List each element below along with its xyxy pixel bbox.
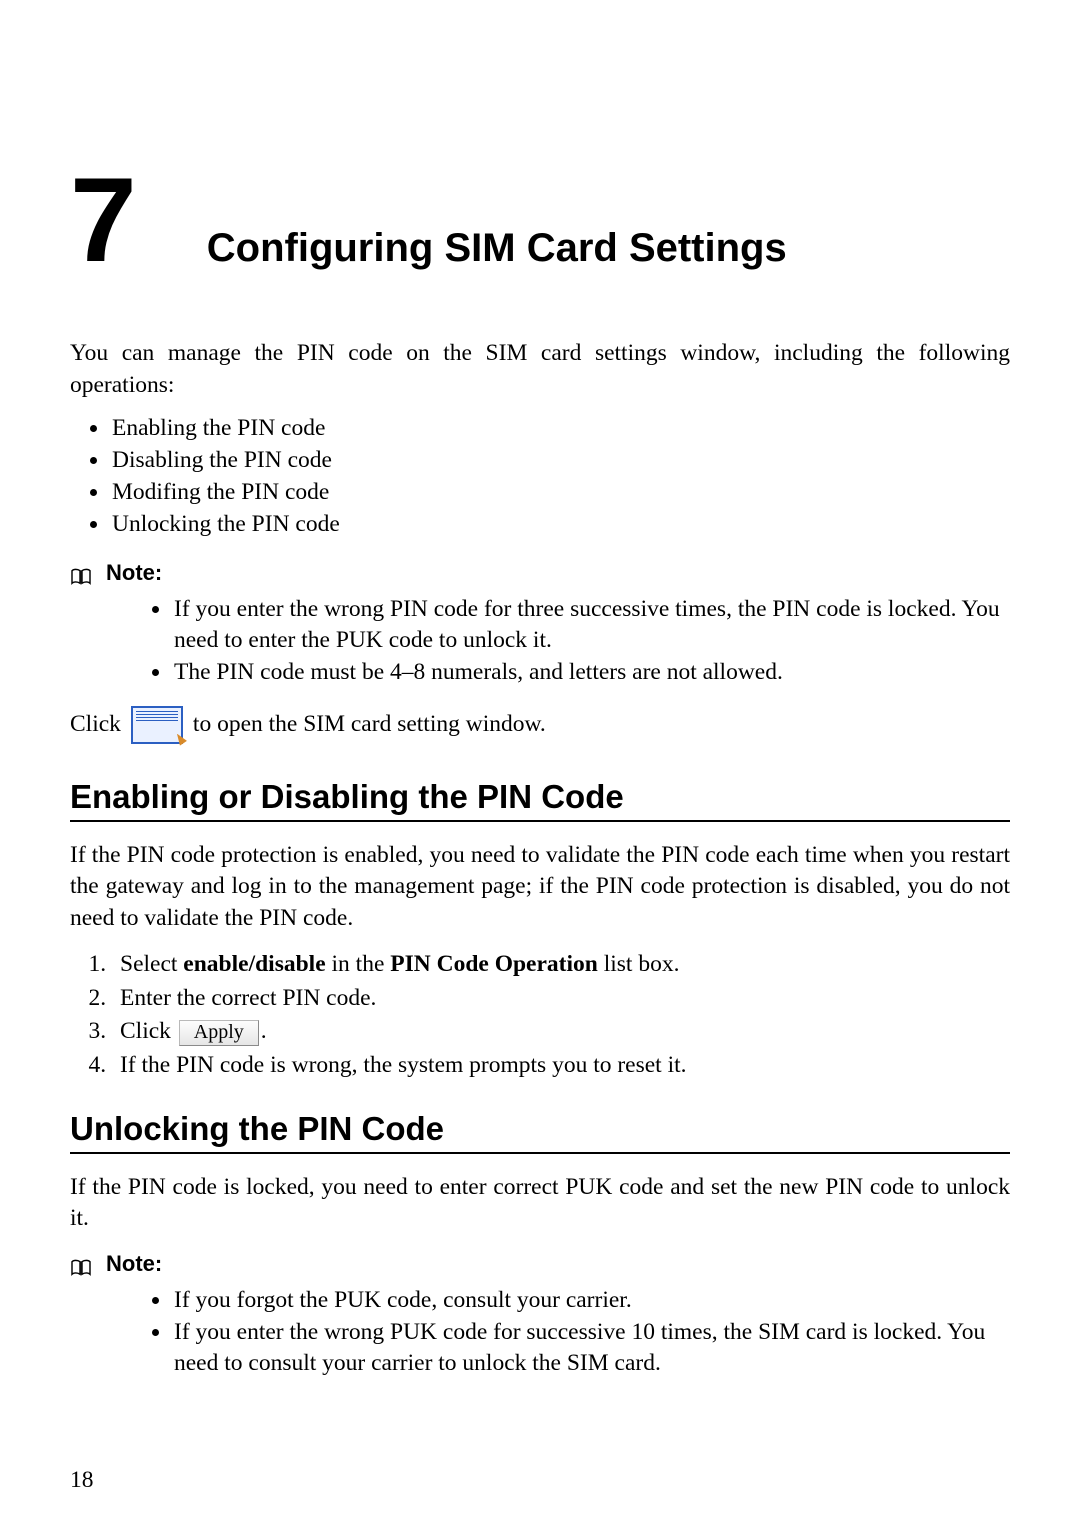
page: 7 Configuring SIM Card Settings You can … [0,0,1080,1540]
section-rule [70,1152,1010,1154]
sim-settings-icon [131,706,183,744]
click-after: to open the SIM card setting window. [193,711,546,738]
steps-list: Select enable/disable in the PIN Code Op… [70,949,1010,1082]
intro-paragraph: You can manage the PIN code on the SIM c… [70,338,1010,401]
note-label: Note: [106,558,162,588]
list-item: Enter the correct PIN code. [112,983,1010,1015]
note-header: Note: [70,558,1010,588]
list-item: Enabling the PIN code [110,413,1010,445]
section-heading: Enabling or Disabling the PIN Code [70,778,1010,816]
chapter-title: Configuring SIM Card Settings [207,226,787,271]
note-list: If you enter the wrong PIN code for thre… [136,594,1010,688]
step-text: Select [120,951,183,977]
note-block: Note: If you forgot the PUK code, consul… [70,1249,1010,1378]
list-item: Select enable/disable in the PIN Code Op… [112,949,1010,981]
list-item: If you forgot the PUK code, consult your… [172,1285,1010,1316]
list-item: Click Apply. [112,1016,1010,1048]
operations-list: Enabling the PIN code Disabling the PIN … [70,413,1010,540]
chapter-header: 7 Configuring SIM Card Settings [70,160,1010,280]
book-icon [70,1255,92,1273]
page-number: 18 [70,1467,94,1494]
note-header: Note: [70,1249,1010,1279]
step-text: list box. [598,951,680,977]
section-paragraph: If the PIN code protection is enabled, y… [70,840,1010,935]
apply-button[interactable]: Apply [179,1020,259,1046]
section-heading: Unlocking the PIN Code [70,1110,1010,1148]
list-item: The PIN code must be 4–8 numerals, and l… [172,657,1010,688]
list-item: If you enter the wrong PUK code for succ… [172,1317,1010,1378]
step-bold: PIN Code Operation [390,951,598,977]
list-item: If you enter the wrong PIN code for thre… [172,594,1010,655]
list-item: Unlocking the PIN code [110,509,1010,541]
section-paragraph: If the PIN code is locked, you need to e… [70,1172,1010,1235]
note-list: If you forgot the PUK code, consult your… [136,1285,1010,1379]
list-item: Disabling the PIN code [110,445,1010,477]
list-item: Modifing the PIN code [110,477,1010,509]
click-instruction: Click to open the SIM card setting windo… [70,706,1010,744]
section-rule [70,820,1010,822]
list-item: If the PIN code is wrong, the system pro… [112,1050,1010,1082]
chapter-number: 7 [70,160,135,280]
step-text: Click [120,1018,177,1044]
step-text: in the [326,951,391,977]
note-label: Note: [106,1249,162,1279]
book-icon [70,564,92,582]
step-bold: enable/disable [183,951,325,977]
note-block: Note: If you enter the wrong PIN code fo… [70,558,1010,687]
step-text: . [261,1018,267,1044]
click-before: Click [70,711,121,738]
